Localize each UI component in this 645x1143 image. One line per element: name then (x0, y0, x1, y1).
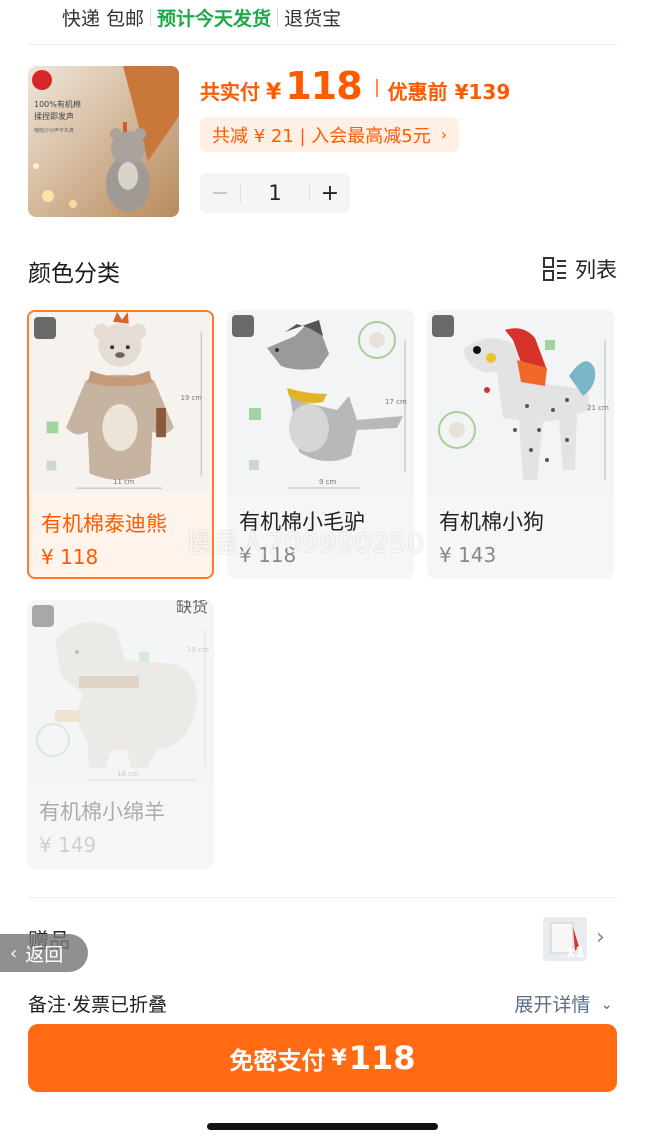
expand-details-button[interactable]: 展开详情 ⌄ (514, 990, 613, 1017)
size-width: 11 cm (113, 478, 135, 486)
list-view-toggle[interactable]: 列表 (543, 254, 617, 284)
thumb-caption-3: 啪啦沙沙声不失真 (34, 127, 74, 134)
view-toggle-label: 列表 (575, 258, 617, 282)
variant-price: ¥ 143 (439, 543, 497, 567)
variant-name: 有机棉小狗 (439, 510, 544, 534)
expand-label: 展开详情 (514, 994, 591, 1016)
zoom-icon (32, 605, 54, 627)
variant-name: 有机棉泰迪熊 (41, 512, 167, 536)
divider (150, 8, 152, 26)
variant-name: 有机棉小毛驴 (239, 510, 365, 534)
chevron-right-icon[interactable]: › (596, 925, 605, 950)
ship-today: 预计今天发货 (157, 7, 272, 30)
grid-list-icon (543, 257, 566, 281)
back-label: 返回 (25, 943, 64, 966)
thumb-caption-1: 100%有机棉 (34, 99, 81, 109)
divider (277, 8, 279, 26)
variant-price: ¥ 118 (239, 543, 297, 567)
before-discount-price: 优惠前 ¥139 (387, 80, 511, 104)
chevron-left-icon: ‹ (10, 942, 18, 964)
increase-button[interactable]: + (310, 181, 350, 206)
discount-text: 共减 ¥ 21 | 入会最高减5元 (212, 125, 431, 147)
divider (28, 44, 617, 45)
quantity-value[interactable]: 1 (241, 181, 309, 205)
size-width: 9 cm (319, 478, 337, 486)
currency-symbol: ¥ (266, 80, 282, 105)
decrease-button[interactable]: − (200, 181, 240, 206)
discount-tag[interactable]: 共减 ¥ 21 | 入会最高减5元 › (200, 117, 460, 152)
variant-card-teddy-bear[interactable]: 19 cm 11 cm 有机棉泰迪熊 ¥ 118 (27, 310, 214, 579)
pay-amount: 118 (285, 64, 362, 108)
size-height: 21 cm (587, 404, 609, 412)
divider (375, 79, 378, 97)
thumb-caption-2: 揉捏即发声 (34, 111, 74, 121)
home-indicator (207, 1123, 438, 1130)
shipping-info: 快递 包邮 预计今天发货 退货宝 (62, 4, 341, 30)
zoom-icon[interactable] (34, 317, 56, 339)
variant-name: 有机棉小绵羊 (39, 800, 165, 824)
gift-thumbnail[interactable]: x1 (543, 917, 587, 961)
quantity-stepper[interactable]: − 1 + (200, 173, 350, 213)
zoom-icon[interactable] (232, 315, 254, 337)
section-title: 颜色分类 (28, 261, 120, 287)
dog-image: 21 cm (427, 310, 614, 495)
variant-card-donkey[interactable]: 17 cm 9 cm 有机棉小毛驴 ¥ 118 (227, 310, 414, 579)
size-height: 15 cm (187, 646, 209, 654)
chevron-right-icon: › (440, 125, 448, 144)
sheep-image: 15 cm 16 cm (27, 600, 214, 785)
size-width: 16 cm (117, 770, 139, 778)
divider (28, 897, 617, 898)
pay-button-label: 免密支付 (229, 1046, 326, 1075)
size-height: 17 cm (385, 398, 407, 406)
price-summary: 共实付 ¥ 118 优惠前 ¥139 (200, 64, 510, 112)
chevron-down-icon: ⌄ (600, 994, 613, 1013)
back-button[interactable]: ‹ 返回 (0, 934, 88, 972)
variant-price: ¥ 118 (41, 545, 99, 569)
variant-card-sheep: 15 cm 16 cm 缺货 有机棉小绵羊 ¥ 149 (27, 600, 214, 869)
zoom-icon[interactable] (432, 315, 454, 337)
variant-card-dog[interactable]: 21 cm 有机棉小狗 ¥ 143 (427, 310, 614, 579)
return-insurance: 退货宝 (284, 7, 342, 30)
gift-quantity: x1 (566, 945, 585, 961)
donkey-image: 17 cm 9 cm (227, 310, 414, 495)
product-thumbnail[interactable]: 100%有机棉 揉捏即发声 啪啦沙沙声不失真 (28, 66, 179, 217)
pay-button-amount: 118 (348, 1039, 416, 1077)
pay-button[interactable]: 免密支付 ¥ 118 (28, 1024, 617, 1092)
shipping-express: 快递 包邮 (62, 7, 145, 30)
size-height: 19 cm (181, 394, 203, 402)
out-of-stock-badge: 缺货 (175, 600, 208, 616)
currency-symbol: ¥ (331, 1045, 347, 1071)
pay-label: 共实付 (200, 80, 260, 104)
remark-label: 备注·发票已折叠 (28, 994, 168, 1016)
variant-price: ¥ 149 (39, 833, 97, 857)
